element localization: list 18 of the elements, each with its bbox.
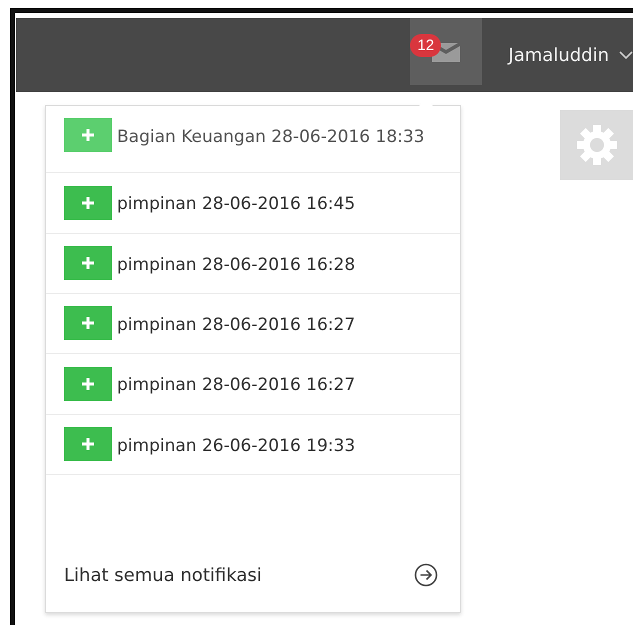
plus-icon	[81, 256, 95, 270]
plus-icon	[81, 316, 95, 330]
plus-icon	[81, 128, 95, 142]
plus-icon	[81, 437, 95, 452]
user-menu-button[interactable]: Jamaluddin	[508, 44, 633, 66]
caret-icon	[619, 51, 633, 59]
notifications-button[interactable]: 12	[410, 18, 482, 85]
notification-item[interactable]: pimpinan 26-06-2016 19:33	[46, 414, 460, 476]
notification-item[interactable]: pimpinan 28-06-2016 16:45	[46, 173, 460, 234]
notification-count-badge: 12	[410, 34, 442, 57]
plus-icon	[81, 376, 95, 391]
settings-icon	[574, 123, 618, 167]
notification-item[interactable]: pimpinan 28-06-2016 16:27	[46, 294, 460, 354]
notification-item[interactable]: pimpinan 28-06-2016 16:27	[46, 354, 460, 415]
view-all-notifications-link[interactable]: Lihat semua notifikasi	[64, 564, 262, 586]
notification-item[interactable]: pimpinan 28-06-2016 16:28	[46, 234, 460, 294]
notification-item[interactable]: Bagian Keuangan 28-06-2016 18:33	[46, 106, 460, 174]
plus-icon	[81, 196, 95, 210]
